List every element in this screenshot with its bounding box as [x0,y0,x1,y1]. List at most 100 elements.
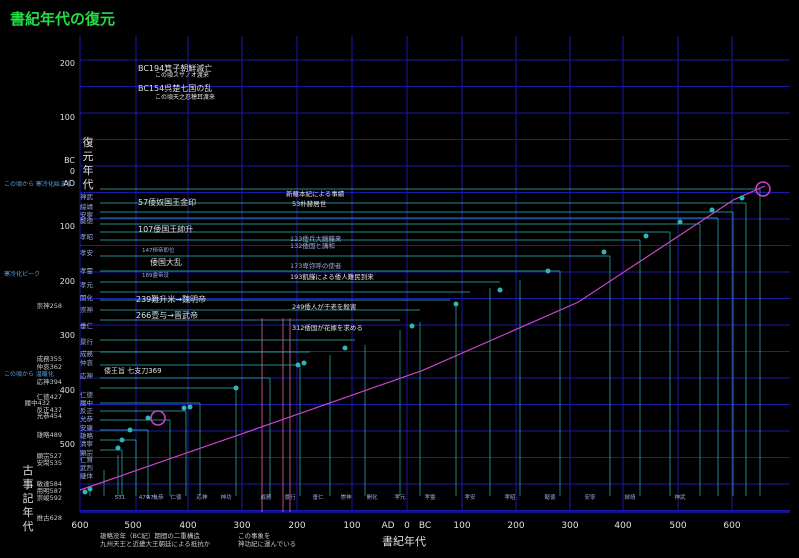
kojiki-label: 安閑535 [37,458,62,467]
event-annotation: 新羅本紀による事績 [286,189,345,198]
data-point [82,489,88,495]
event-annotation: 239難升米→魏明帝 [136,294,206,304]
kojiki-label: 応神394 [37,377,62,386]
emperor-label: 神武 [80,192,94,201]
x-tick-label: 300 [561,521,578,531]
emperor-label: 允恭 [80,414,94,423]
bottom-note: 九州天王と近畿大王朝廷による抵抗か [100,539,211,548]
y-axis-title-char: 復 [83,136,94,149]
emperor-label: 孝霊 [80,267,94,275]
emperor-label: 孝安 [80,248,94,257]
kojiki-label: 允恭454 [37,411,62,420]
bottom-axis-label: 孝元 [394,494,406,501]
emperor-label: 崇神 [80,305,93,314]
data-point [739,195,745,201]
event-annotation: 132倭国と講和 [290,241,335,250]
event-annotation: この頃スサノオ渡来 [155,71,209,79]
x-tick-label: 600 [71,521,88,531]
bottom-axis-label: 崇神 [340,493,352,501]
event-annotation: 53朴赫居世 [292,199,327,208]
event-annotation: 173卑弥呼の使者 [290,261,342,270]
kojiki-axis-title-char: 古 [23,464,34,477]
x-tick-label: 500 [124,521,141,531]
bottom-axis-label: 垂仁 [312,493,324,501]
bottom-axis-label: 神功 [220,493,232,501]
bottom-axis-label: 安寧 [584,493,596,501]
bottom-axis-label: 応神 [196,493,208,501]
data-point [295,362,301,368]
y-tick-label: 100 [60,222,75,231]
x-axis-label: 書紀年代 [382,534,426,548]
bottom-note: この事象を [238,531,271,540]
emperor-label: 安康 [80,423,94,432]
data-point [709,207,715,213]
data-point [409,323,415,329]
event-annotation: 57倭奴国王金印 [138,197,196,207]
emperor-label: 景行 [80,337,94,346]
emperor-label: 仲哀 [80,358,94,367]
kojiki-label: 崇峻592 [37,493,62,502]
y-tick-label: BC [64,156,75,165]
event-annotation: この頃天之忍穂耳渡来 [155,93,215,101]
event-annotation: 倭王旨 七支刀369 [104,366,162,375]
data-point [187,404,193,410]
x-tick-label: 0 [404,521,410,531]
data-point [453,301,459,307]
event-annotation: 312倭国が花嫁を求める [292,323,363,332]
y-tick-label: 400 [60,386,75,395]
left-note: この頃から 温暖化 [4,370,54,378]
emperor-label: 応神 [80,371,93,380]
data-point [115,445,121,451]
emperor-label: 懿徳 [80,216,94,225]
chart-title: 書紀年代の復元 [10,10,115,28]
left-note: 寒冷化ピーク [4,270,40,278]
y-tick-label: 0 [70,167,75,176]
emperor-label: 清寧 [80,439,94,448]
data-point [342,345,348,351]
bottom-note: 雄略没年（BC紀）期間の二重構造 [100,531,200,540]
event-annotation: 193飢饉による倭人難民到来 [290,272,374,281]
y-tick-label: 200 [60,277,75,286]
x-tick-label: 400 [614,521,631,531]
data-point [301,360,307,366]
emperor-label: 仁徳 [80,390,94,399]
chart-canvas: 600 500 400 300 200 100 AD 0 BC 100 200 300 400 500 60… [0,0,799,558]
data-point [545,268,551,274]
x-tick-label: 600 [723,521,740,531]
data-point [233,385,239,391]
emperor-label: 孝元 [80,281,94,289]
emperor-label: 仁賢 [80,455,94,464]
bottom-axis-label: 懿徳 [544,493,556,501]
data-point [497,287,503,293]
y-tick-label: 500 [60,440,75,449]
event-annotation: 189霊帝没 [142,271,169,279]
event-annotation: 147桓帝即位 [142,246,175,254]
x-tick-label: BC [419,521,431,531]
emperor-label: 履中 [80,398,93,407]
y-axis-title-char: 代 [83,178,94,191]
kojiki-label: 成務355 [37,354,62,363]
emperor-label: 雄略 [80,431,94,440]
data-point [601,249,607,255]
bottom-axis-label: 景行 [284,493,296,501]
event-annotation: 249倭人が于老を殺害 [292,302,357,311]
bottom-axis-label: 神武 [674,493,686,501]
x-tick-label: 100 [343,521,360,531]
emperor-label: 綏靖 [80,202,94,211]
emperor-label: 垂仁 [80,321,94,330]
bottom-axis-label: 孝昭 [504,494,516,501]
data-point [677,219,683,225]
emperor-label: 継体 [80,471,94,480]
kojiki-label: 崇神258 [37,301,62,310]
kojiki-axis-title-char: 記 [23,491,34,505]
emperor-label: 開化 [80,293,94,302]
data-point [181,405,187,411]
event-annotation: 倭国大乱 [150,257,182,267]
bottom-axis-label: 孝安 [464,493,476,501]
y-tick-label: 200 [60,59,75,68]
bottom-note: 神功紀に運んでいる [238,539,296,548]
y-tick-label: 100 [60,113,75,122]
bottom-axis-label: 成務 [260,493,272,501]
event-annotation: 266壹与→晋武帝 [136,310,198,320]
emperor-label: 孝昭 [80,233,93,241]
